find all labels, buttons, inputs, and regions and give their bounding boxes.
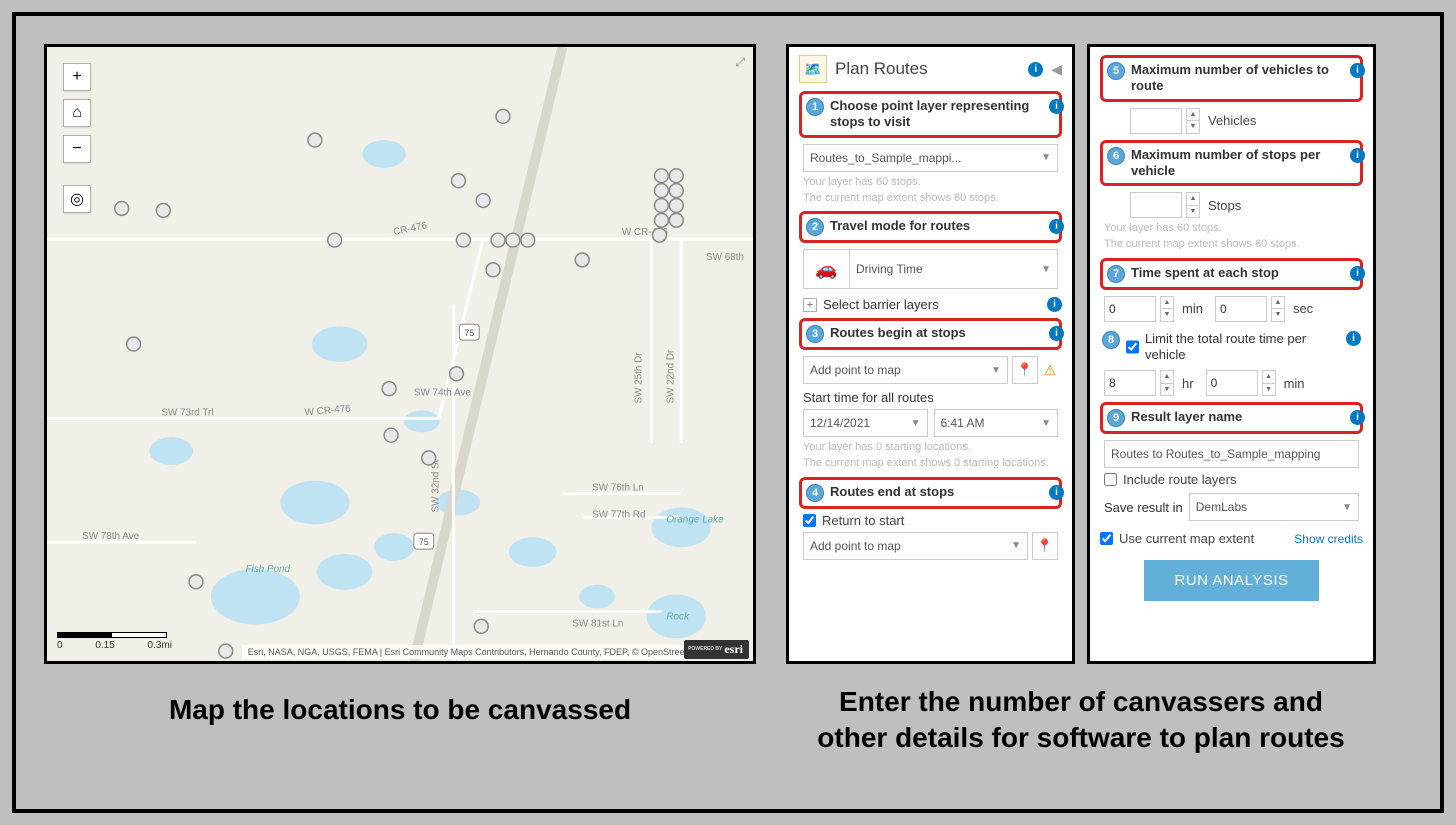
info-icon[interactable]: i [1350,410,1365,425]
start-time-select[interactable]: 6:41 AM▼ [934,409,1059,437]
svg-text:SW 22nd Dr: SW 22nd Dr [665,349,676,404]
route-min-spinner[interactable]: ▲▼ [1262,370,1276,396]
step-4-label: Routes end at stops [830,484,1055,500]
stops-spinner[interactable]: ▲▼ [1186,192,1200,218]
svg-text:SW 74th Ave: SW 74th Ave [414,388,471,399]
route-hr-spinner[interactable]: ▲▼ [1160,370,1174,396]
step-1-label: Choose point layer representing stops to… [830,98,1055,131]
svg-text:SW 73rd Trl: SW 73rd Trl [161,407,213,418]
vehicles-input[interactable] [1130,108,1182,134]
info-icon[interactable]: i [1350,266,1365,281]
svg-text:SW 32nd St: SW 32nd St [431,459,442,512]
svg-text:SW 77th Rd: SW 77th Rd [592,509,645,520]
step-3-label: Routes begin at stops [830,325,1055,341]
limit-time-checkbox[interactable]: Limit the total route time per vehicle [1126,331,1340,364]
stop-min-spinner[interactable]: ▲▼ [1160,296,1174,322]
step-3-badge: 3 [806,325,824,343]
step-5-label: Maximum number of vehicles to route [1131,62,1356,95]
svg-text:SW 78th Ave: SW 78th Ave [82,531,139,542]
step-9-badge: 9 [1107,409,1125,427]
info-icon[interactable]: i [1049,326,1064,341]
use-extent-checkbox[interactable]: Use current map extent [1100,531,1254,546]
svg-text:SW 81st Ln: SW 81st Ln [572,618,623,629]
info-icon[interactable]: i [1049,219,1064,234]
collapse-icon[interactable]: ◀ [1051,61,1062,78]
barrier-label: Select barrier layers [823,297,939,312]
svg-text:Rock: Rock [666,611,690,622]
svg-text:W CR-476: W CR-476 [304,403,351,418]
step-4-badge: 4 [806,484,824,502]
run-analysis-button[interactable]: RUN ANALYSIS [1144,560,1318,601]
map-pin-icon[interactable]: 📍 [1032,532,1058,560]
warning-icon: ⚠ [1042,362,1058,378]
plan-routes-panel-right: 5 Maximum number of vehicles to route i … [1087,44,1376,664]
step-2-label: Travel mode for routes [830,218,1055,234]
show-credits-link[interactable]: Show credits [1294,532,1363,546]
travel-mode-select[interactable]: Driving Time▼ [849,249,1058,289]
expand-barrier-icon[interactable]: + [803,298,817,312]
expand-icon[interactable]: ⤢ [735,55,745,70]
home-button[interactable]: ⌂ [63,99,91,127]
route-min-input[interactable]: 0 [1206,370,1258,396]
stop-sec-spinner[interactable]: ▲▼ [1271,296,1285,322]
step-7-badge: 7 [1107,265,1125,283]
route-hr-input[interactable]: 8 [1104,370,1156,396]
step-9-label: Result layer name [1131,409,1356,425]
stop-min-input[interactable]: 0 [1104,296,1156,322]
result-name-input[interactable]: Routes to Routes_to_Sample_mapping [1104,440,1359,468]
zoom-in-button[interactable]: + [63,63,91,91]
step-1-badge: 1 [806,98,824,116]
svg-text:SW 25th Dr: SW 25th Dr [634,352,645,404]
info-icon[interactable]: i [1346,331,1361,346]
save-folder-select[interactable]: DemLabs▼ [1189,493,1359,521]
svg-text:SW 76th Ln: SW 76th Ln [592,483,644,494]
begin-point-select[interactable]: Add point to map▼ [803,356,1008,384]
panel-title: Plan Routes [835,59,1020,79]
scale-bar: 00.150.3mi [57,632,172,651]
save-in-label: Save result in [1104,500,1183,515]
step-7-label: Time spent at each stop [1131,265,1356,281]
return-to-start-checkbox[interactable]: Return to start [803,513,1062,528]
plan-routes-panel-left: 🗺️ Plan Routes i ◀ 1 Choose point layer … [786,44,1075,664]
locate-button[interactable]: ◎ [63,185,91,213]
svg-text:Fish Pond: Fish Pond [246,564,291,575]
info-icon[interactable]: i [1049,485,1064,500]
info-icon[interactable]: i [1028,62,1043,77]
svg-text:Orange Lake: Orange Lake [666,514,724,525]
include-route-layers-checkbox[interactable]: Include route layers [1104,472,1363,487]
map-svg: W CR-476 CR-476 W CR-476 SW 73rd Trl SW … [47,47,753,661]
svg-text:75: 75 [419,537,429,547]
stops-input[interactable] [1130,192,1182,218]
info-icon[interactable]: i [1350,148,1365,163]
step-8-badge: 8 [1102,331,1120,349]
step-6-label: Maximum number of stops per vehicle [1131,147,1356,180]
start-time-label: Start time for all routes [803,390,1062,405]
svg-text:CR-476: CR-476 [392,220,428,238]
step-6-badge: 6 [1107,147,1125,165]
stops-layer-select[interactable]: Routes_to_Sample_mappi...▼ [803,144,1058,172]
start-date-select[interactable]: 12/14/2021▼ [803,409,928,437]
stop-sec-input[interactable]: 0 [1215,296,1267,322]
end-point-select[interactable]: Add point to map▼ [803,532,1028,560]
esri-logo: POWERED BYesri [684,640,749,659]
info-icon[interactable]: i [1047,297,1062,312]
step-2-badge: 2 [806,218,824,236]
plan-routes-icon: 🗺️ [799,55,827,83]
map-pin-icon[interactable]: 📍 [1012,356,1038,384]
map-attribution: Esri, NASA, NGA, USGS, FEMA | Esri Commu… [242,645,698,659]
step-5-badge: 5 [1107,62,1125,80]
info-icon[interactable]: i [1350,63,1365,78]
map-caption: Map the locations to be canvassed [44,694,756,726]
info-icon[interactable]: i [1049,99,1064,114]
vehicles-spinner[interactable]: ▲▼ [1186,108,1200,134]
svg-text:75: 75 [464,328,474,338]
car-icon: 🚗 [803,249,849,289]
panels-caption: Enter the number of canvassers andother … [786,684,1376,757]
zoom-out-button[interactable]: − [63,135,91,163]
svg-text:SW 68th: SW 68th [706,252,744,263]
map-viewport[interactable]: ⤢ [44,44,756,664]
